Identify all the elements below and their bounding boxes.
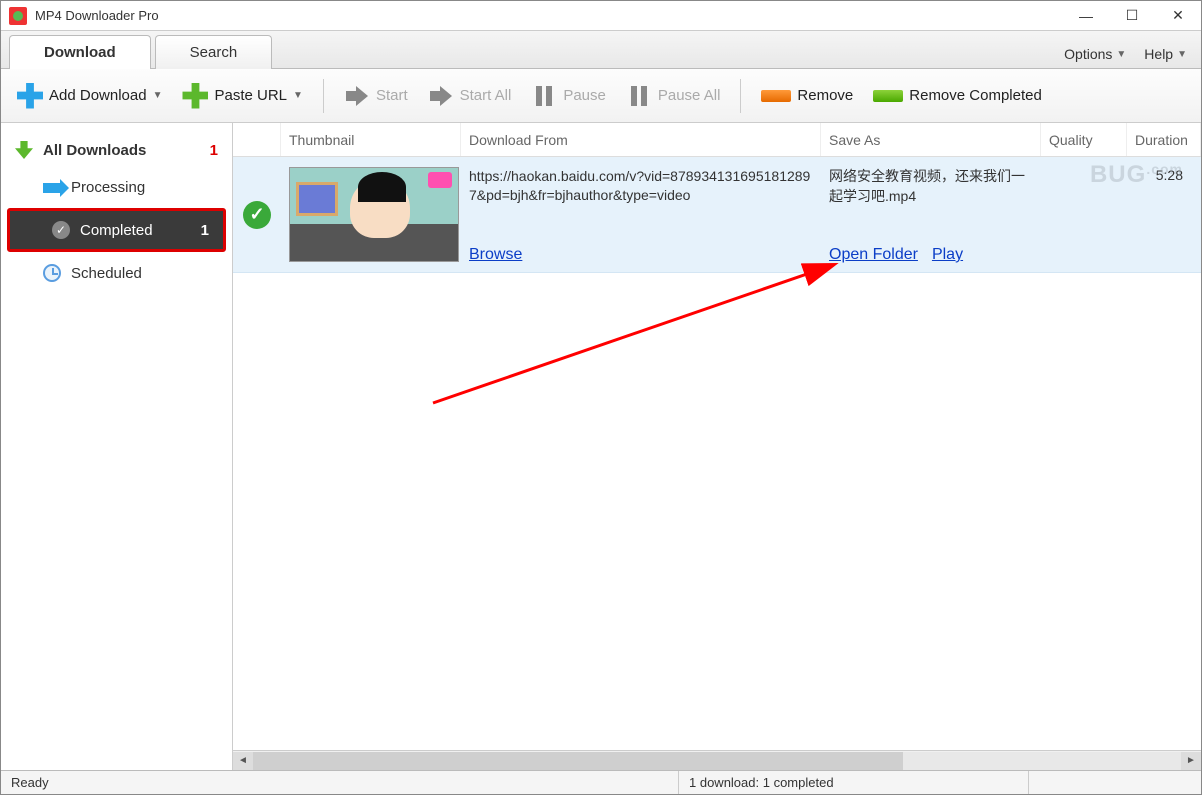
pause-all-icon [626, 83, 652, 109]
toolbar-separator [740, 79, 741, 113]
pause-all-button[interactable]: Pause All [620, 79, 727, 113]
maximize-button[interactable]: ☐ [1109, 1, 1155, 31]
plus-icon [182, 83, 208, 109]
download-row[interactable]: BUG.com ✓ https://haokan.baidu.com/v?vid… [233, 157, 1201, 273]
chevron-down-icon: ▼ [1177, 49, 1187, 60]
play-link[interactable]: Play [932, 246, 963, 264]
window-controls: — ☐ ✕ [1063, 1, 1201, 31]
title-bar: MP4 Downloader Pro — ☐ ✕ [1, 1, 1201, 31]
col-header-check[interactable] [233, 123, 281, 156]
pause-icon [531, 83, 557, 109]
add-download-button[interactable]: Add Download ▼ [11, 79, 168, 113]
completed-label: Completed [80, 222, 153, 239]
col-header-duration[interactable]: Duration [1127, 123, 1201, 156]
help-menu[interactable]: Help ▼ [1138, 46, 1193, 62]
help-label: Help [1144, 46, 1173, 62]
remove-completed-label: Remove Completed [909, 87, 1042, 104]
thumbnail-image [289, 167, 459, 262]
pause-button[interactable]: Pause [525, 79, 612, 113]
status-right [1029, 771, 1201, 794]
status-ready: Ready [1, 771, 679, 794]
watermark: BUG.com [1090, 161, 1183, 189]
main-area: All Downloads 1 Processing ✓ Completed 1… [1, 123, 1201, 770]
start-button[interactable]: Start [338, 79, 414, 113]
minimize-button[interactable]: — [1063, 1, 1109, 31]
col-header-from[interactable]: Download From [461, 123, 821, 156]
play-icon [344, 83, 370, 109]
remove-completed-button[interactable]: Remove Completed [867, 83, 1048, 108]
col-header-thumbnail[interactable]: Thumbnail [281, 123, 461, 156]
scroll-left-button[interactable]: ◄ [233, 752, 253, 770]
chevron-down-icon: ▼ [293, 90, 303, 101]
content-panel: Thumbnail Download From Save As Quality … [233, 123, 1201, 770]
sidebar-item-scheduled[interactable]: Scheduled [1, 254, 232, 292]
processing-label: Processing [71, 179, 145, 196]
remove-completed-icon [873, 90, 903, 102]
download-icon [15, 141, 33, 159]
start-all-button[interactable]: Start All [422, 79, 518, 113]
tab-search[interactable]: Search [155, 35, 273, 69]
col-header-save[interactable]: Save As [821, 123, 1041, 156]
status-summary: 1 download: 1 completed [679, 771, 1029, 794]
status-bar: Ready 1 download: 1 completed [1, 770, 1201, 794]
toolbar: Add Download ▼ Paste URL ▼ Start Start A… [1, 69, 1201, 123]
column-headers: Thumbnail Download From Save As Quality … [233, 123, 1201, 157]
col-header-quality[interactable]: Quality [1041, 123, 1127, 156]
options-menu[interactable]: Options ▼ [1058, 46, 1132, 62]
app-icon [9, 7, 27, 25]
chevron-down-icon: ▼ [1116, 49, 1126, 60]
paste-url-button[interactable]: Paste URL ▼ [176, 79, 308, 113]
sidebar-item-all-downloads[interactable]: All Downloads 1 [1, 131, 232, 169]
scroll-thumb[interactable] [253, 752, 903, 770]
sidebar-item-processing[interactable]: Processing [1, 169, 232, 206]
clock-icon [43, 264, 61, 282]
add-download-label: Add Download [49, 87, 147, 104]
open-folder-link[interactable]: Open Folder [829, 246, 918, 264]
plus-icon [17, 83, 43, 109]
pause-all-label: Pause All [658, 87, 721, 104]
all-downloads-label: All Downloads [43, 142, 146, 159]
check-icon: ✓ [52, 221, 70, 239]
sidebar-item-completed[interactable]: ✓ Completed 1 [7, 208, 226, 252]
start-label: Start [376, 87, 408, 104]
annotation-arrow [423, 253, 863, 413]
chevron-down-icon: ▼ [153, 90, 163, 101]
start-all-label: Start All [460, 87, 512, 104]
all-downloads-count: 1 [210, 142, 218, 159]
options-label: Options [1064, 46, 1112, 62]
scroll-track[interactable] [253, 752, 1181, 770]
processing-icon [43, 183, 61, 193]
scroll-right-button[interactable]: ► [1181, 752, 1201, 770]
sidebar: All Downloads 1 Processing ✓ Completed 1… [1, 123, 233, 770]
remove-label: Remove [797, 87, 853, 104]
status-complete-icon: ✓ [243, 201, 271, 229]
close-button[interactable]: ✕ [1155, 1, 1201, 31]
tab-bar: Download Search Options ▼ Help ▼ [1, 31, 1201, 69]
remove-icon [761, 90, 791, 102]
pause-label: Pause [563, 87, 606, 104]
paste-url-label: Paste URL [214, 87, 287, 104]
app-title: MP4 Downloader Pro [35, 8, 1063, 23]
play-all-icon [428, 83, 454, 109]
toolbar-separator [323, 79, 324, 113]
scheduled-label: Scheduled [71, 265, 142, 282]
completed-count: 1 [201, 222, 209, 239]
remove-button[interactable]: Remove [755, 83, 859, 108]
browse-link[interactable]: Browse [469, 246, 522, 264]
tab-download[interactable]: Download [9, 35, 151, 69]
horizontal-scrollbar[interactable]: ◄ ► [233, 750, 1201, 770]
